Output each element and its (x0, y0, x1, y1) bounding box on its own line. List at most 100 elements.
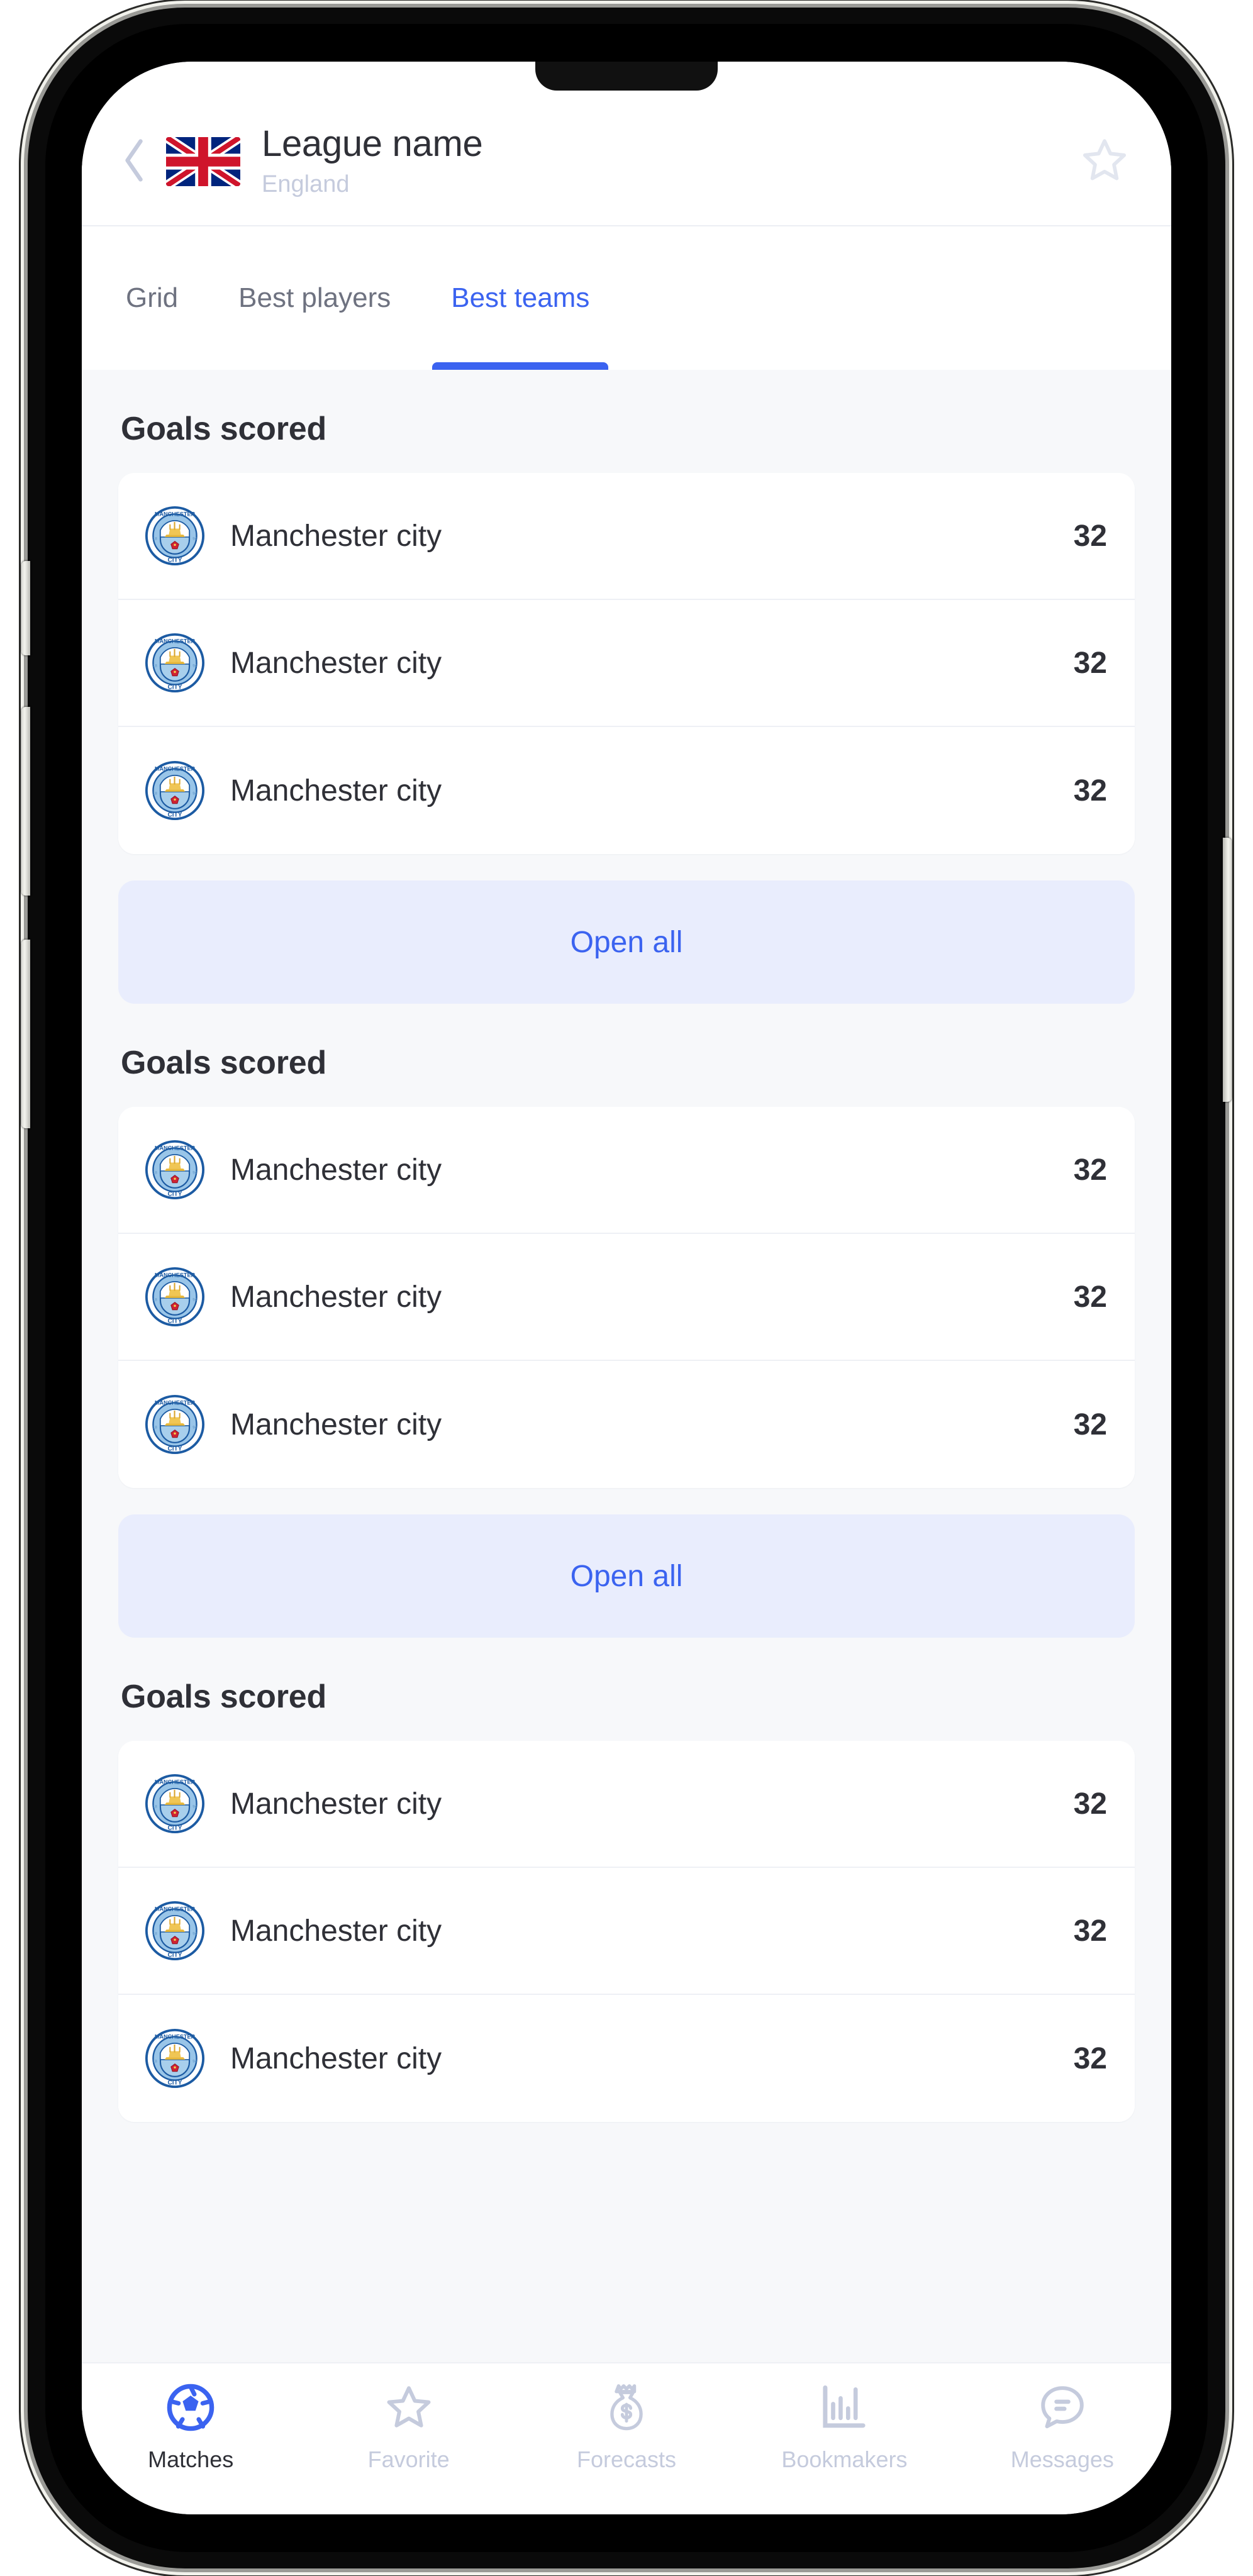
svg-text:CITY: CITY (168, 1951, 182, 1958)
money-bag-icon (599, 2380, 654, 2435)
nav-item-bookmakers[interactable]: Bookmakers (735, 2380, 953, 2473)
table-row[interactable]: MANCHESTER CITY 18 94 Manchester city 32 (118, 1361, 1135, 1488)
page-title: League name (262, 123, 483, 164)
svg-text:MANCHESTER: MANCHESTER (155, 1779, 196, 1785)
teams-card: MANCHESTER CITY 18 94 Manchester city 32 (118, 1107, 1135, 1488)
nav-item-favorite[interactable]: Favorite (299, 2380, 517, 2473)
tab-best-players[interactable]: Best players (208, 226, 421, 370)
dynamic-island-notch (535, 62, 718, 91)
nav-item-messages[interactable]: Messages (954, 2380, 1171, 2473)
sections-list: Goals scored MANCHESTER CITY 18 94 Manch… (82, 370, 1171, 2122)
tab-bar: Grid Best players Best teams (82, 226, 1171, 370)
svg-text:94: 94 (192, 664, 197, 669)
tab-label: Best players (238, 282, 391, 313)
svg-text:CITY: CITY (168, 811, 182, 818)
uk-flag-icon (166, 137, 240, 186)
team-value: 32 (1073, 1153, 1107, 1187)
open-all-button[interactable]: Open all (118, 880, 1135, 1004)
nav-label: Matches (148, 2446, 234, 2472)
table-row[interactable]: MANCHESTER CITY 18 94 Manchester city 32 (118, 1868, 1135, 1995)
team-value: 32 (1073, 1280, 1107, 1314)
header-titles: League name England (262, 123, 1076, 199)
table-row[interactable]: MANCHESTER CITY 18 94 Manchester city 32 (118, 473, 1135, 600)
svg-text:94: 94 (192, 1426, 197, 1430)
team-value: 32 (1073, 1914, 1107, 1948)
manchester-city-crest-icon: MANCHESTER CITY 18 94 (145, 760, 205, 821)
manchester-city-crest-icon: MANCHESTER CITY 18 94 (145, 1394, 205, 1455)
table-row[interactable]: MANCHESTER CITY 18 94 Manchester city 32 (118, 727, 1135, 854)
svg-text:MANCHESTER: MANCHESTER (155, 2033, 196, 2040)
team-value: 32 (1073, 646, 1107, 680)
content-scroll-area[interactable]: Goals scored MANCHESTER CITY 18 94 Manch… (82, 370, 1171, 2362)
svg-text:CITY: CITY (168, 1824, 182, 1831)
team-name: Manchester city (230, 1914, 442, 1948)
tab-best-teams[interactable]: Best teams (421, 226, 620, 370)
volume-up-button[interactable] (21, 707, 30, 896)
svg-text:MANCHESTER: MANCHESTER (155, 1145, 196, 1151)
svg-text:MANCHESTER: MANCHESTER (155, 638, 196, 644)
table-row[interactable]: MANCHESTER CITY 18 94 Manchester city 32 (118, 1107, 1135, 1234)
team-value: 32 (1073, 519, 1107, 553)
manchester-city-crest-icon: MANCHESTER CITY 18 94 (145, 1774, 205, 1834)
svg-text:MANCHESTER: MANCHESTER (155, 1906, 196, 1912)
phone-frame: League name England Grid Best players Be… (21, 8, 1232, 2568)
nav-label: Forecasts (576, 2446, 677, 2472)
svg-text:18: 18 (153, 1171, 157, 1175)
nav-label: Bookmakers (781, 2446, 908, 2472)
svg-text:CITY: CITY (168, 1318, 182, 1324)
svg-text:94: 94 (192, 1298, 197, 1302)
svg-text:94: 94 (192, 537, 197, 541)
svg-text:CITY: CITY (168, 1445, 182, 1452)
nav-label: Messages (1010, 2446, 1114, 2472)
section-heading: Goals scored (121, 1045, 327, 1081)
svg-text:94: 94 (192, 792, 197, 796)
team-name: Manchester city (230, 1407, 442, 1441)
star-outline-icon (1078, 133, 1132, 191)
manchester-city-crest-icon: MANCHESTER CITY 18 94 (145, 633, 205, 693)
team-name: Manchester city (230, 774, 442, 808)
nav-item-forecasts[interactable]: Forecasts (518, 2380, 735, 2473)
scroll-fade-overlay (82, 2268, 1171, 2362)
team-value: 32 (1073, 1787, 1107, 1821)
team-name: Manchester city (230, 2041, 442, 2075)
tab-grid[interactable]: Grid (96, 226, 208, 370)
teams-card: MANCHESTER CITY 18 94 Manchester city 32 (118, 473, 1135, 854)
back-button[interactable] (111, 138, 159, 186)
table-row[interactable]: MANCHESTER CITY 18 94 Manchester city 32 (118, 1995, 1135, 2122)
team-value: 32 (1073, 774, 1107, 808)
table-row[interactable]: MANCHESTER CITY 18 94 Manchester city 32 (118, 600, 1135, 727)
svg-text:MANCHESTER: MANCHESTER (155, 511, 196, 517)
svg-text:18: 18 (153, 1932, 157, 1936)
svg-text:18: 18 (153, 1805, 157, 1809)
manchester-city-crest-icon: MANCHESTER CITY 18 94 (145, 506, 205, 566)
team-name: Manchester city (230, 646, 442, 680)
tab-label: Best teams (451, 282, 590, 313)
team-name: Manchester city (230, 1153, 442, 1187)
screenshot-stage: League name England Grid Best players Be… (0, 0, 1253, 2576)
power-button[interactable] (1223, 838, 1232, 1102)
nav-item-matches[interactable]: Matches (82, 2380, 299, 2473)
team-value: 32 (1073, 1407, 1107, 1441)
svg-text:94: 94 (192, 1805, 197, 1809)
svg-text:18: 18 (153, 2060, 157, 2064)
svg-text:94: 94 (192, 2060, 197, 2064)
team-name: Manchester city (230, 1787, 442, 1821)
svg-text:MANCHESTER: MANCHESTER (155, 765, 196, 772)
manchester-city-crest-icon: MANCHESTER CITY 18 94 (145, 1267, 205, 1327)
svg-text:MANCHESTER: MANCHESTER (155, 1399, 196, 1406)
star-outline-icon (381, 2380, 437, 2435)
svg-text:CITY: CITY (168, 557, 182, 564)
manchester-city-crest-icon: MANCHESTER CITY 18 94 (145, 1901, 205, 1961)
table-row[interactable]: MANCHESTER CITY 18 94 Manchester city 32 (118, 1741, 1135, 1868)
team-name: Manchester city (230, 1280, 442, 1314)
volume-down-button[interactable] (21, 940, 30, 1128)
svg-text:94: 94 (192, 1932, 197, 1936)
page-subtitle: England (262, 170, 350, 197)
silent-switch-button[interactable] (21, 561, 30, 655)
chat-bubble-icon (1035, 2380, 1090, 2435)
svg-text:18: 18 (153, 1426, 157, 1430)
favorite-button[interactable] (1076, 133, 1133, 191)
svg-text:18: 18 (153, 664, 157, 669)
table-row[interactable]: MANCHESTER CITY 18 94 Manchester city 32 (118, 1234, 1135, 1361)
open-all-button[interactable]: Open all (118, 1514, 1135, 1638)
